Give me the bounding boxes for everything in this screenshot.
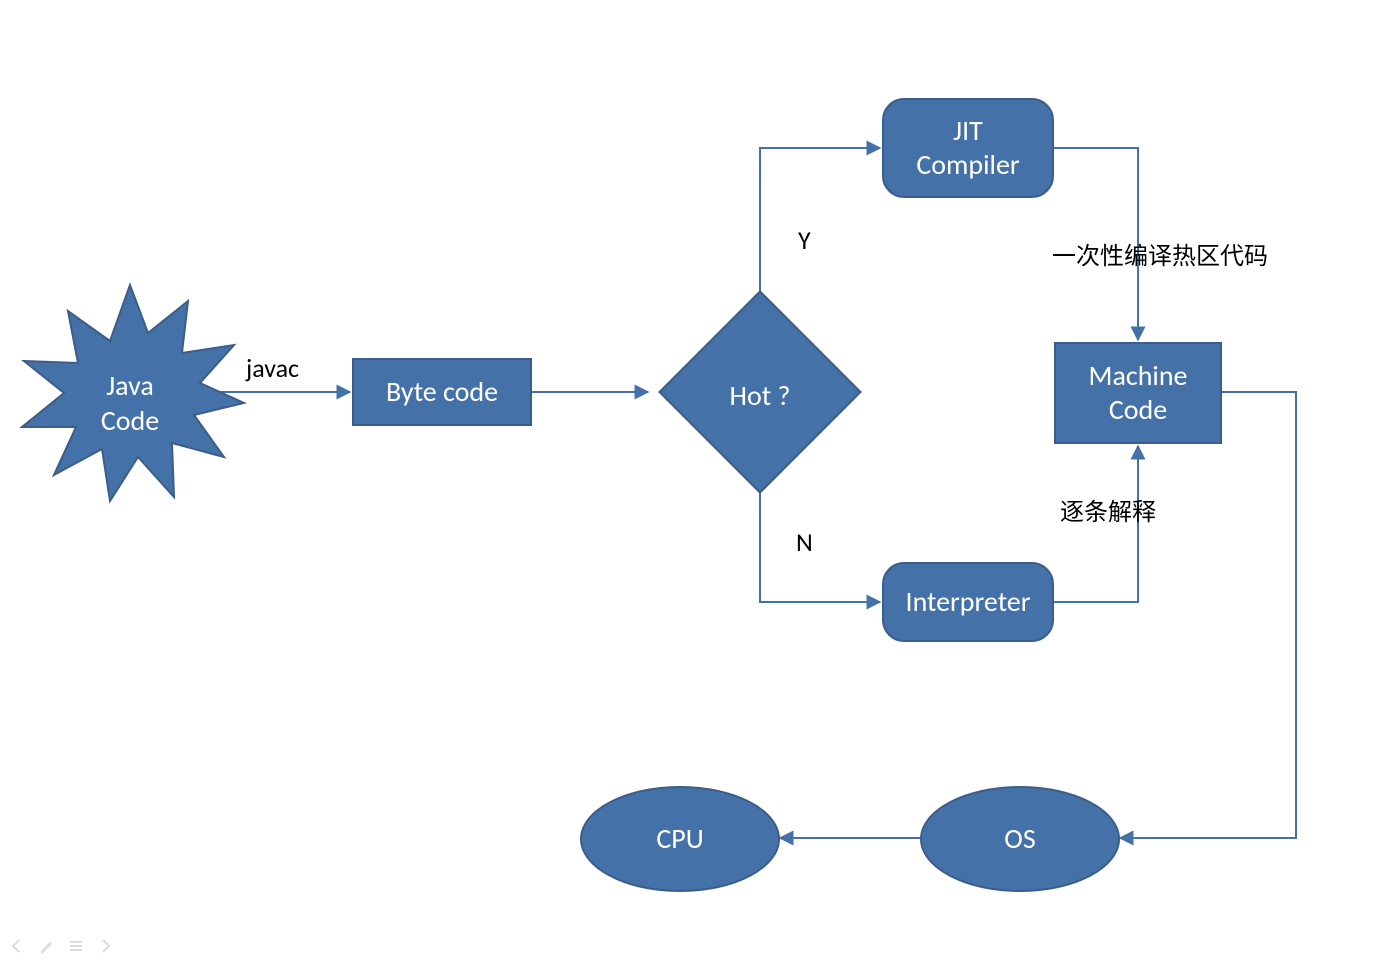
edge-label-javac: javac [246, 354, 299, 383]
presentation-toolbar [8, 937, 114, 959]
node-byte-code-label: Byte code [386, 375, 498, 409]
edge-hot-interpreter [760, 486, 880, 602]
edge-label-interp-mc: 逐条解释 [1060, 500, 1156, 526]
pen-icon[interactable] [38, 937, 54, 959]
node-byte-code: Byte code [352, 358, 532, 426]
edge-label-jit-mc: 一次性编译热区代码 [1052, 244, 1268, 270]
forward-icon[interactable] [98, 937, 114, 959]
node-os: OS [920, 786, 1120, 892]
node-jit-compiler: JIT Compiler [882, 98, 1054, 198]
menu-icon[interactable] [68, 937, 84, 959]
node-cpu: CPU [580, 786, 780, 892]
node-jit-compiler-label: JIT Compiler [916, 114, 1019, 181]
node-machine-code-label: Machine Code [1089, 359, 1188, 426]
node-cpu-label: CPU [656, 822, 703, 856]
edge-mc-os [1120, 392, 1296, 838]
edge-hot-jit [760, 148, 880, 298]
node-machine-code: Machine Code [1054, 342, 1222, 444]
back-icon[interactable] [8, 937, 24, 959]
edge-label-yes: Y [798, 226, 811, 255]
node-os-label: OS [1004, 822, 1035, 856]
node-interpreter: Interpreter [882, 562, 1054, 642]
node-java-code [10, 275, 250, 515]
node-interpreter-label: Interpreter [906, 585, 1031, 619]
edge-label-no: N [796, 528, 813, 557]
